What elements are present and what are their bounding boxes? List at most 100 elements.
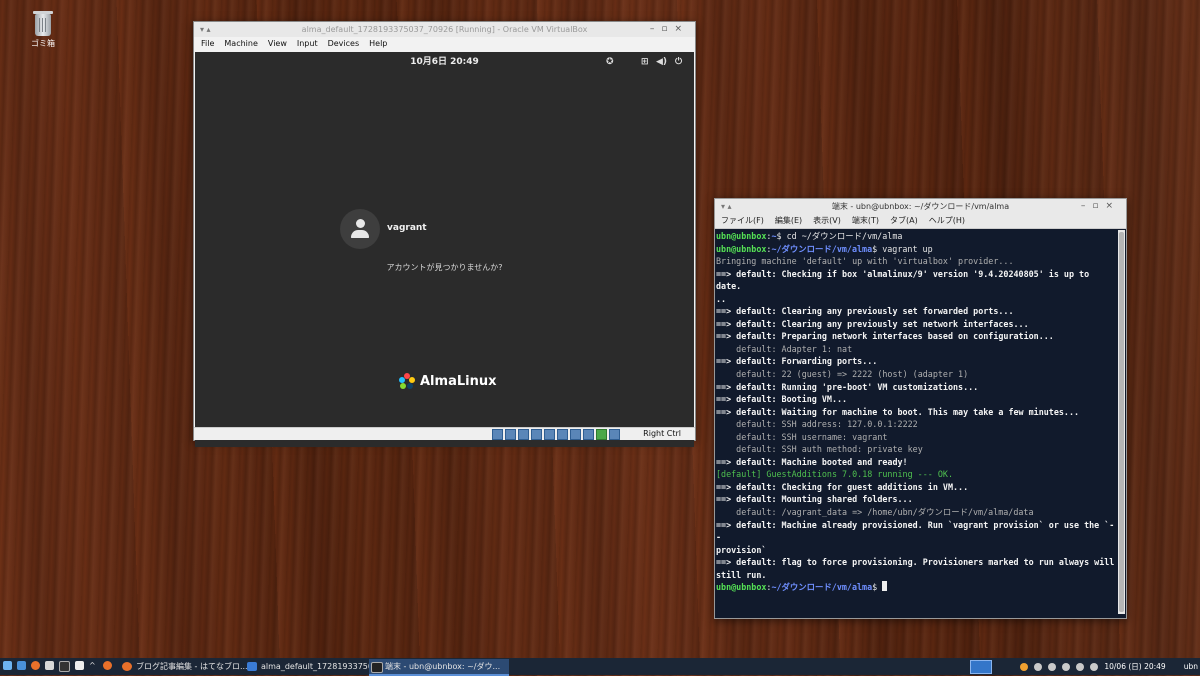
trash-desktop-icon[interactable]: ゴミ箱 [22, 11, 64, 49]
vbox-menubar: File Machine View Input Devices Help [194, 37, 695, 51]
window-menu-icon[interactable]: ▾ ▴ [721, 199, 732, 214]
network-icon[interactable] [1048, 662, 1057, 671]
bluetooth-icon[interactable] [1034, 662, 1043, 671]
menu-terminal[interactable]: 端末(T) [852, 214, 879, 228]
power-icon[interactable] [1090, 662, 1099, 671]
taskbar-clock[interactable]: 10/06 (日) 20:49 [1104, 661, 1165, 672]
task-virtualbox[interactable]: alma_default_17281933750... [245, 659, 381, 674]
menu-help[interactable]: ヘルプ(H) [929, 214, 965, 228]
app-tray-icon[interactable] [1020, 662, 1029, 671]
terminal-titlebar[interactable]: ▾ ▴ 端末 - ubn@ubnbox: ~/ダウンロード/vm/alma –▫… [715, 199, 1126, 214]
terminal-line: default: SSH address: 127.0.0.1:2222 [716, 419, 918, 430]
almalinux-logo-text: AlmaLinux [420, 373, 497, 389]
firefox-icon[interactable] [31, 661, 40, 670]
gnome-top-bar: 10月6日 20:49 ✪ ⊞ ◀) ⏻ [195, 52, 694, 72]
usb-icon[interactable] [544, 429, 555, 440]
menu-machine[interactable]: Machine [224, 37, 258, 51]
terminal-line: ==> default: Checking if box 'almalinux/… [716, 268, 1090, 304]
terminal-line: ==> default: Checking for guest addition… [716, 481, 969, 492]
notification-bell-icon[interactable] [1062, 662, 1071, 671]
shared-folders-icon[interactable] [557, 429, 568, 440]
vbox-title: alma_default_1728193375037_70926 [Runnin… [301, 25, 588, 34]
window-controls[interactable]: –▫× [1081, 199, 1120, 214]
scrollbar-thumb[interactable] [1119, 232, 1124, 612]
guest-screen[interactable]: 10月6日 20:49 ✪ ⊞ ◀) ⏻ vagrant アカウントが見つかりま… [195, 52, 694, 447]
host-key-label: Right Ctrl [643, 429, 681, 438]
show-desktop-icon[interactable] [17, 661, 26, 670]
terminal-line: ==> default: Clearing any previously set… [716, 318, 1029, 329]
user-avatar-icon[interactable] [340, 209, 380, 249]
terminal-line: ==> default: Clearing any previously set… [716, 306, 1014, 317]
network-icon[interactable]: ⊞ [641, 52, 649, 72]
task-terminal[interactable]: 端末 - ubn@ubnbox: ~/ダウ... [369, 659, 509, 676]
terminal-line: default: SSH username: vagrant [716, 431, 888, 442]
menu-devices[interactable]: Devices [328, 37, 360, 51]
taskbar: ^ ブログ記事編集 - はてなブロ... alma_default_172819… [0, 658, 1200, 676]
terminal-line: ==> default: Preparing network interface… [716, 331, 1054, 342]
not-listed-link[interactable]: アカウントが見つかりませんか? [195, 262, 694, 273]
terminal-line: ==> default: Waiting for machine to boot… [716, 406, 1080, 417]
workspace-switcher[interactable] [970, 659, 993, 674]
cpu-icon[interactable] [596, 429, 607, 440]
trash-icon [33, 11, 53, 36]
menu-view[interactable]: 表示(V) [813, 214, 841, 228]
mouse-integration-icon[interactable] [609, 429, 620, 440]
terminal-menubar: ファイル(F) 編集(E) 表示(V) 端末(T) タブ(A) ヘルプ(H) [715, 214, 1126, 229]
status-device-icons [492, 429, 620, 440]
terminal-line: default: 22 (guest) => 2222 (host) (adap… [716, 369, 969, 380]
menu-tabs[interactable]: タブ(A) [890, 214, 918, 228]
accessibility-icon[interactable]: ✪ [606, 52, 614, 72]
menu-file[interactable]: File [201, 37, 214, 51]
launcher-icons: ^ [3, 661, 112, 672]
terminal-line: ==> default: Running 'pre-boot' VM custo… [716, 381, 979, 392]
editor-icon[interactable] [75, 661, 84, 670]
display-icon[interactable] [570, 429, 581, 440]
terminal-line: ubn@ubnbox:~$ cd ~/ダウンロード/vm/alma [716, 231, 903, 241]
almalinux-logo-icon [399, 373, 415, 389]
almalinux-logo: AlmaLinux [398, 372, 496, 390]
file-manager-icon[interactable] [45, 661, 54, 670]
vbox-titlebar[interactable]: ▾ ▴ alma_default_1728193375037_70926 [Ru… [194, 22, 695, 37]
power-icon[interactable]: ⏻ [675, 52, 682, 72]
terminal-line: ==> default: Booting VM... [716, 394, 848, 405]
terminal-line: ==> default: flag to force provisioning.… [716, 557, 1115, 580]
window-menu-icon[interactable]: ▾ ▴ [200, 22, 211, 37]
terminal-window[interactable]: ▾ ▴ 端末 - ubn@ubnbox: ~/ダウンロード/vm/alma –▫… [714, 198, 1127, 619]
menu-file[interactable]: ファイル(F) [721, 214, 764, 228]
menu-edit[interactable]: 編集(E) [775, 214, 802, 228]
hdd-icon[interactable] [492, 429, 503, 440]
guest-clock[interactable]: 10月6日 20:49 [410, 57, 479, 67]
menu-help[interactable]: Help [369, 37, 387, 51]
login-user-name[interactable]: vagrant [387, 223, 427, 233]
terminal-prompt-line[interactable]: ubn@ubnbox:~/ダウンロード/vm/alma$ [716, 581, 1118, 594]
terminal-output[interactable]: ubn@ubnbox:~$ cd ~/ダウンロード/vm/alma ubn@ubn… [716, 230, 1118, 614]
terminal-line: ==> default: Machine already provisioned… [716, 519, 1115, 555]
volume-icon[interactable]: ◀) [656, 52, 667, 72]
menu-view[interactable]: View [268, 37, 287, 51]
terminal-line: ==> default: Machine booted and ready! [716, 456, 908, 467]
terminal-launcher-icon[interactable] [59, 661, 70, 672]
terminal-cursor [882, 581, 888, 592]
task-blog-editor[interactable]: ブログ記事編集 - はてなブロ... [120, 659, 256, 674]
terminal-scrollbar[interactable] [1118, 230, 1125, 614]
terminal-icon [371, 662, 383, 673]
terminal-line: [default] GuestAdditions 7.0.18 running … [716, 469, 953, 480]
firefox-launcher-icon[interactable] [103, 661, 112, 670]
terminal-title: 端末 - ubn@ubnbox: ~/ダウンロード/vm/alma [831, 202, 1010, 211]
whisker-menu-icon[interactable] [3, 661, 12, 670]
menu-input[interactable]: Input [297, 37, 318, 51]
volume-icon[interactable] [1076, 662, 1085, 671]
network-status-icon[interactable] [531, 429, 542, 440]
optical-drive-icon[interactable] [505, 429, 516, 440]
chevron-up-icon[interactable]: ^ [89, 661, 98, 670]
user-menu[interactable]: ubn [1184, 662, 1198, 671]
trash-label: ゴミ箱 [31, 39, 55, 48]
virtualbox-window[interactable]: ▾ ▴ alma_default_1728193375037_70926 [Ru… [193, 21, 696, 447]
system-tray: 10/06 (日) 20:49 ubn [970, 658, 1200, 675]
window-controls[interactable]: –▫× [650, 22, 689, 37]
audio-icon[interactable] [518, 429, 529, 440]
terminal-line: ubn@ubnbox:~/ダウンロード/vm/alma$ vagrant up [716, 243, 933, 254]
terminal-line: Bringing machine 'default' up with 'virt… [716, 256, 1014, 267]
recording-icon[interactable] [583, 429, 594, 440]
virtualbox-icon [247, 662, 257, 671]
